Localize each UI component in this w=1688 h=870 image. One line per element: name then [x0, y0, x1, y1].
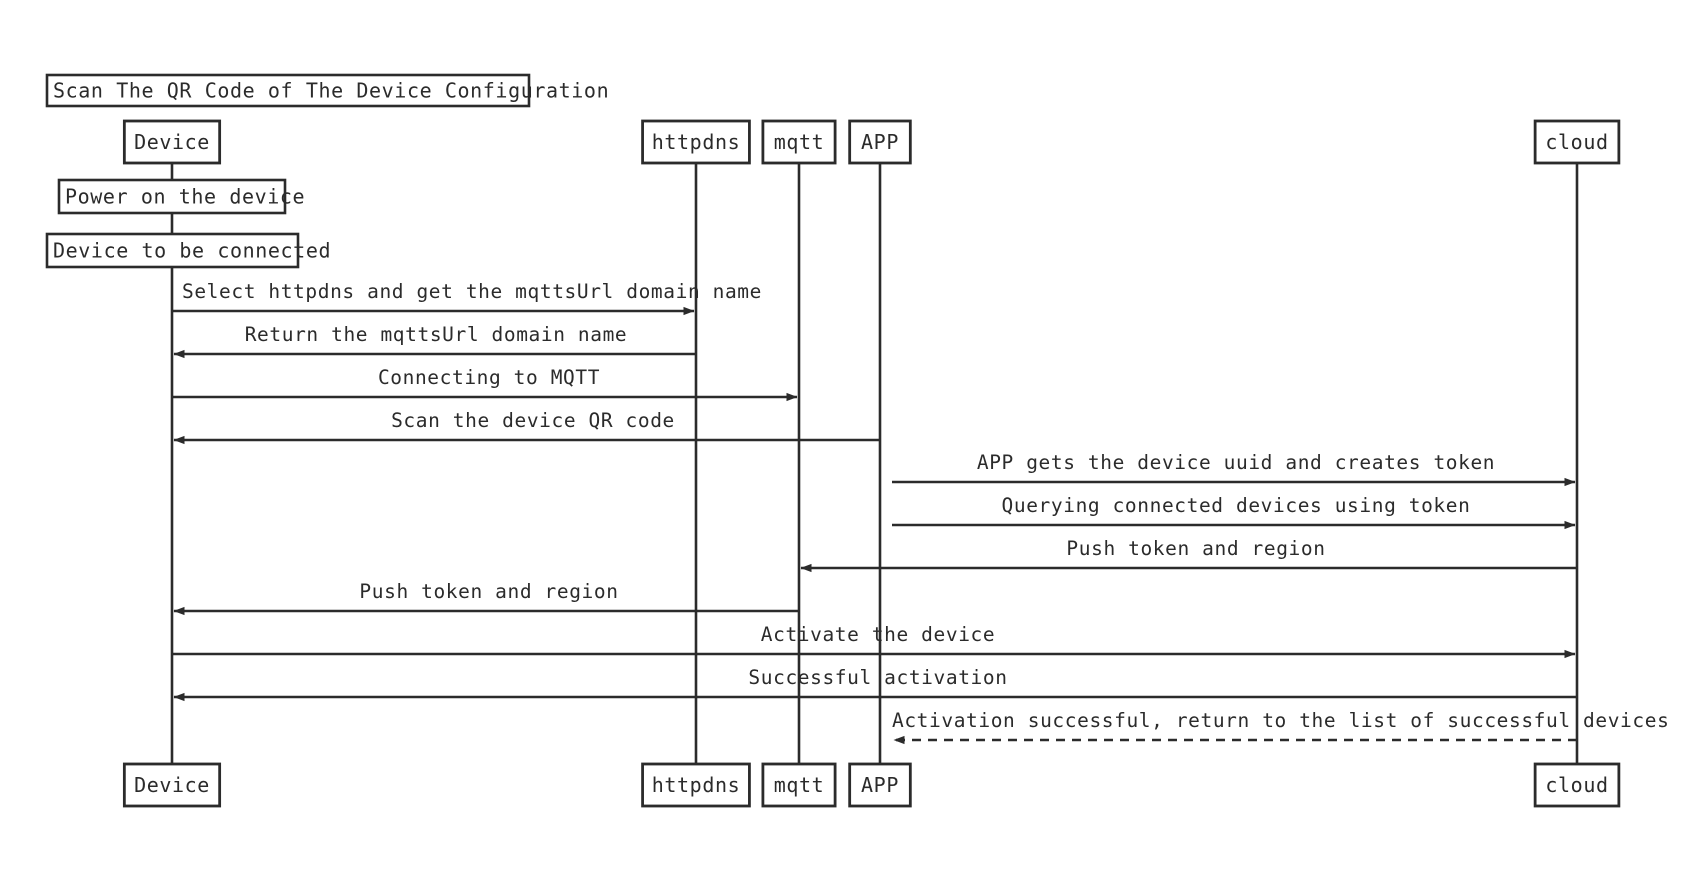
sequence-diagram-canvas: Device httpdns mqtt APP cloud Device httpdns m… [0, 0, 1688, 870]
message-m10[interactable]: Successful activation [173, 666, 1577, 702]
participant-label: mqtt [774, 130, 825, 154]
message-label: Connecting to MQTT [378, 366, 600, 389]
message-m9[interactable]: Activate the device [172, 623, 1576, 659]
participant-footers-layer: Device httpdns mqtt APP cloud [122, 762, 1621, 808]
message-label: APP gets the device uuid and creates tok… [977, 451, 1495, 474]
note-label: Power on the device [65, 185, 305, 209]
participant-label: APP [861, 130, 899, 154]
participant-label: httpdns [652, 130, 741, 154]
participant-footer-mqtt[interactable]: mqtt [761, 762, 837, 808]
message-m3[interactable]: Connecting to MQTT [172, 366, 798, 402]
note-note-power: Power on the device [57, 178, 305, 215]
message-m5[interactable]: APP gets the device uuid and creates tok… [892, 451, 1576, 487]
message-m6[interactable]: Querying connected devices using token [892, 494, 1576, 530]
sequence-diagram-svg: Device httpdns mqtt APP cloud Device httpdns m… [45, 73, 1669, 808]
message-label: Select httpdns and get the mqttsUrl doma… [182, 280, 762, 303]
message-label: Push token and region [359, 580, 618, 603]
message-label: Successful activation [748, 666, 1007, 689]
message-label: Activation successful, return to the lis… [892, 709, 1669, 732]
participant-header-device[interactable]: Device [122, 119, 222, 165]
participant-footer-device[interactable]: Device [122, 762, 222, 808]
participant-label: APP [861, 773, 899, 797]
messages-layer: Select httpdns and get the mqttsUrl doma… [172, 280, 1669, 745]
participant-header-mqtt[interactable]: mqtt [761, 119, 837, 165]
message-label: Push token and region [1066, 537, 1325, 560]
message-m8[interactable]: Push token and region [173, 580, 799, 616]
note-note-connected: Device to be connected [45, 232, 331, 269]
participant-label: Device [134, 130, 210, 154]
message-m2[interactable]: Return the mqttsUrl domain name [173, 323, 696, 359]
participant-header-app[interactable]: APP [848, 119, 912, 165]
message-label: Return the mqttsUrl domain name [245, 323, 628, 346]
message-label: Activate the device [761, 623, 995, 646]
participant-footer-cloud[interactable]: cloud [1533, 762, 1621, 808]
participant-label: mqtt [774, 773, 825, 797]
participant-header-httpdns[interactable]: httpdns [641, 119, 751, 165]
message-label: Scan the device QR code [391, 409, 675, 432]
note-label: Device to be connected [53, 239, 331, 263]
note-label: Scan The QR Code of The Device Configura… [53, 79, 609, 103]
participant-label: Device [134, 773, 210, 797]
notes-layer: Scan The QR Code of The Device Configura… [45, 73, 609, 269]
message-m1[interactable]: Select httpdns and get the mqttsUrl doma… [172, 280, 762, 316]
participant-footer-app[interactable]: APP [848, 762, 912, 808]
note-note-qr: Scan The QR Code of The Device Configura… [45, 73, 609, 108]
participant-label: httpdns [652, 773, 741, 797]
participant-headers-layer: Device httpdns mqtt APP cloud [122, 119, 1621, 165]
message-m11[interactable]: Activation successful, return to the lis… [892, 709, 1669, 745]
participant-header-cloud[interactable]: cloud [1533, 119, 1621, 165]
participant-label: cloud [1545, 773, 1608, 797]
message-m4[interactable]: Scan the device QR code [173, 409, 880, 445]
message-label: Querying connected devices using token [1002, 494, 1471, 517]
participant-footer-httpdns[interactable]: httpdns [641, 762, 751, 808]
message-m7[interactable]: Push token and region [800, 537, 1577, 573]
participant-label: cloud [1545, 130, 1608, 154]
